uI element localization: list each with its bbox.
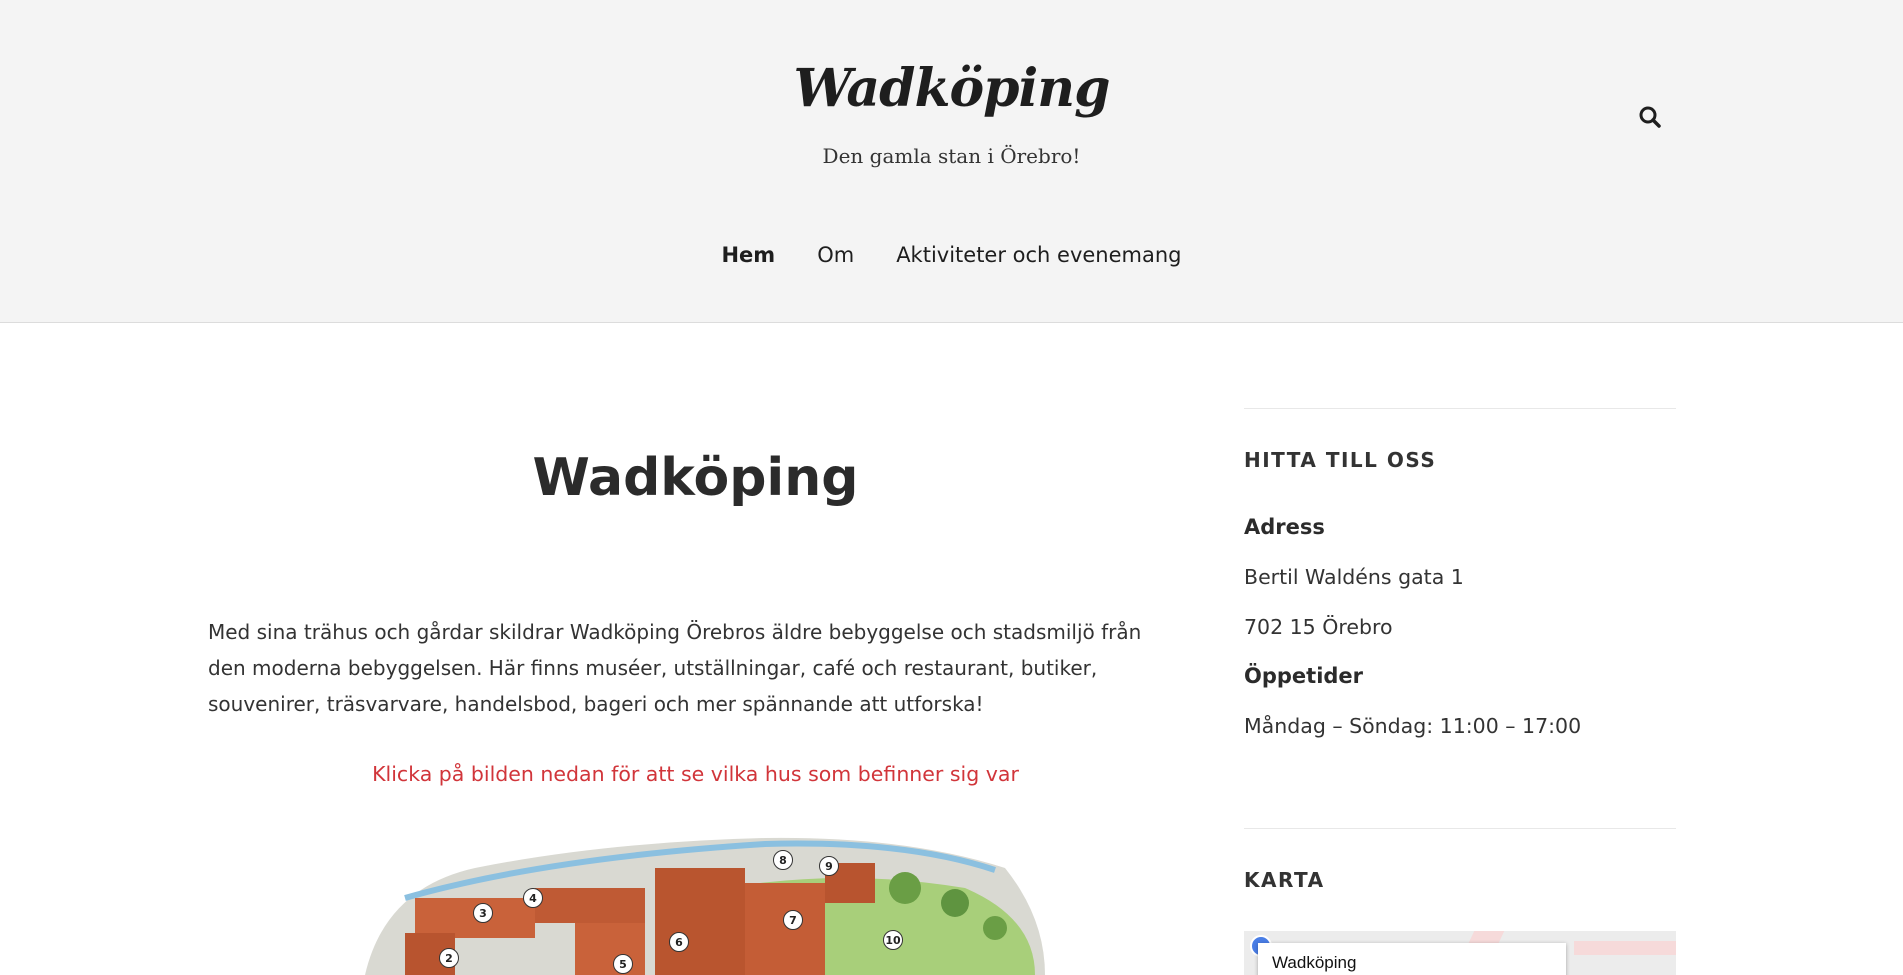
- site-tagline: Den gamla stan i Örebro!: [822, 144, 1081, 168]
- map-marker: 4: [523, 888, 543, 908]
- google-map-embed[interactable]: Wadköping: [1244, 931, 1676, 975]
- map-marker: 8: [773, 850, 793, 870]
- nav-item-aktiviteter[interactable]: Aktiviteter och evenemang: [896, 243, 1181, 267]
- map-place-name: Wadköping: [1272, 953, 1357, 972]
- widget-title-find-us: HITTA TILL OSS: [1244, 448, 1437, 472]
- map-marker: 10: [883, 930, 903, 950]
- sidebar-divider: [1244, 408, 1676, 409]
- address-label: Adress: [1244, 515, 1325, 539]
- click-instruction: Klicka på bilden nedan för att se vilka …: [372, 762, 1019, 786]
- intro-paragraph: Med sina trähus och gårdar skildrar Wadk…: [208, 620, 1142, 716]
- map-marker: 3: [473, 903, 493, 923]
- site-header: Wadköping Den gamla stan i Örebro! Hem O…: [0, 0, 1903, 323]
- address-street: Bertil Waldéns gata 1: [1244, 565, 1464, 589]
- hours-label: Öppetider: [1244, 664, 1364, 688]
- widget-title-map: KARTA: [1244, 868, 1325, 892]
- map-place-card[interactable]: Wadköping: [1258, 943, 1566, 975]
- address-postal: 702 15 Örebro: [1244, 615, 1393, 639]
- page-title: Wadköping: [532, 448, 859, 508]
- map-marker: 2: [439, 948, 459, 968]
- map-marker: 6: [669, 932, 689, 952]
- map-marker: 5: [613, 954, 633, 974]
- opening-hours: Måndag – Söndag: 11:00 – 17:00: [1244, 714, 1582, 738]
- map-marker: 9: [819, 856, 839, 876]
- map-marker: 7: [783, 910, 803, 930]
- sidebar-divider: [1244, 828, 1676, 829]
- wadkoping-map-image[interactable]: 2 3 4 5 6 7 8 9 10: [345, 828, 1055, 975]
- nav-item-hem[interactable]: Hem: [721, 243, 775, 267]
- search-icon[interactable]: [1637, 104, 1663, 130]
- site-logo[interactable]: Wadköping: [0, 58, 1903, 119]
- main-nav: Hem Om Aktiviteter och evenemang: [0, 243, 1903, 267]
- nav-item-om[interactable]: Om: [817, 243, 854, 267]
